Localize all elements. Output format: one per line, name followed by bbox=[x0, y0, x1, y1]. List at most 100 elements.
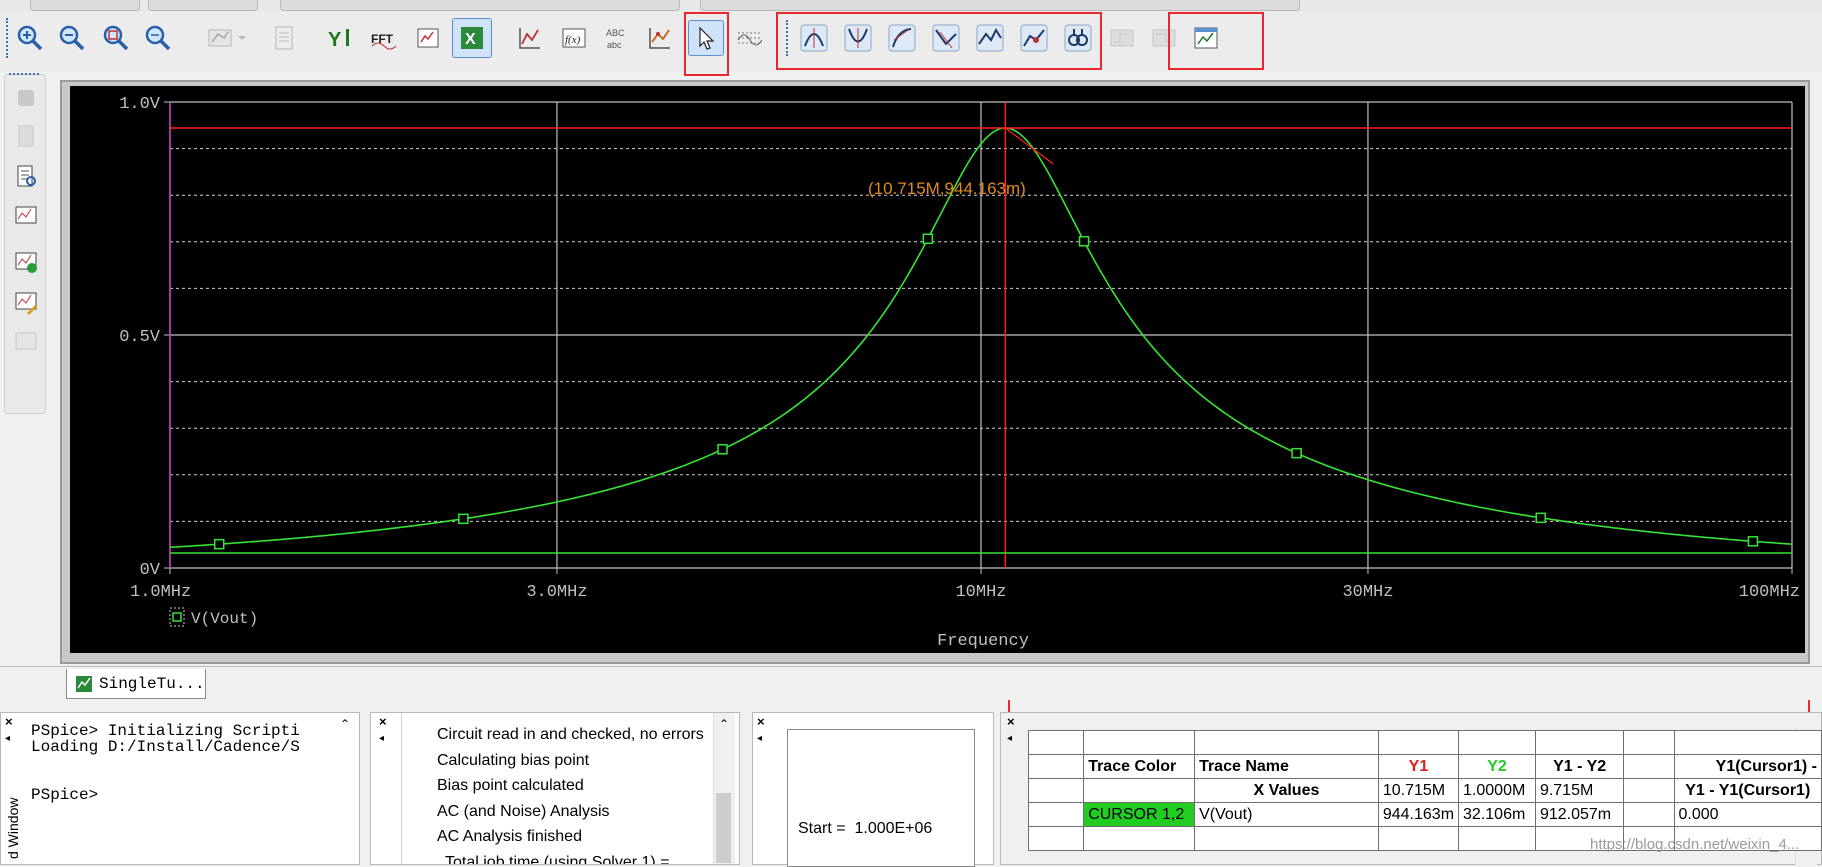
cursor-trough-button[interactable] bbox=[840, 20, 876, 56]
zoom-area-button[interactable] bbox=[98, 20, 134, 56]
plot-window-icon bbox=[15, 206, 37, 224]
zoom-in-button[interactable] bbox=[12, 20, 48, 56]
left-btn-6[interactable] bbox=[11, 287, 41, 317]
messages-scrollbar[interactable]: ⌃ bbox=[713, 713, 735, 864]
cursor-peak-button[interactable] bbox=[796, 20, 832, 56]
excel-button[interactable]: X bbox=[452, 18, 492, 58]
fft-button[interactable]: FFT bbox=[366, 20, 402, 56]
console-output: PSpice> Initializing Scripti Loading D:/… bbox=[31, 723, 300, 803]
trace-marker bbox=[922, 233, 934, 245]
legend[interactable]: V(Vout) bbox=[169, 607, 258, 628]
prev-transition-button[interactable] bbox=[1146, 20, 1182, 56]
left-btn-4[interactable] bbox=[11, 201, 41, 231]
left-toolbar-grip[interactable] bbox=[9, 73, 39, 77]
scroll-icon bbox=[18, 125, 34, 147]
add-trace-button[interactable] bbox=[512, 20, 548, 56]
text-label-button[interactable]: ABC abc bbox=[600, 20, 636, 56]
plot-doc-icon bbox=[76, 675, 92, 692]
cursor-point-icon bbox=[1020, 24, 1048, 52]
zoom-fit-button[interactable] bbox=[140, 20, 176, 56]
watermark: https://blog.csdn.net/weixin_4... bbox=[1590, 836, 1800, 853]
close-icon[interactable]: × bbox=[1007, 715, 1021, 729]
mark-data-points-button[interactable] bbox=[1188, 20, 1224, 56]
simulation-status-window[interactable]: × ◂ Start = 1.000E+06 bbox=[752, 712, 994, 867]
message-line: Circuit read in and checked, no errors bbox=[437, 726, 704, 743]
cursor-select-button[interactable] bbox=[688, 20, 724, 56]
x-tick-label: 3.0MHz bbox=[526, 583, 587, 602]
scroll-up-icon[interactable]: ⌃ bbox=[338, 717, 352, 731]
cursor-table: Trace Color Trace Name Y1 Y2 Y1 - Y2 Y1(… bbox=[1027, 730, 1822, 851]
cursor-max-button[interactable] bbox=[972, 20, 1008, 56]
panel-arrow-icon[interactable]: ◂ bbox=[757, 733, 769, 747]
left-btn-2[interactable] bbox=[11, 121, 41, 151]
header-trace-name[interactable]: Trace Name bbox=[1194, 754, 1379, 779]
x-tick-label: 100MHz bbox=[1739, 583, 1800, 602]
cursor-slope-icon bbox=[888, 24, 916, 52]
header-y2[interactable]: Y2 bbox=[1458, 754, 1536, 779]
x-tick-label: 30MHz bbox=[1342, 583, 1393, 602]
cursor-peak-icon bbox=[800, 24, 828, 52]
scroll-thumb[interactable] bbox=[716, 793, 731, 863]
toolbar-grip-2[interactable] bbox=[786, 20, 790, 56]
doc-icon bbox=[275, 26, 293, 50]
svg-text:f(x): f(x) bbox=[565, 34, 581, 46]
cell-y2: 32.106m bbox=[1458, 802, 1536, 827]
left-btn-1[interactable] bbox=[11, 83, 41, 113]
cursor-search-button[interactable] bbox=[1060, 20, 1096, 56]
cell-trace-color[interactable]: CURSOR 1,2 bbox=[1083, 802, 1196, 827]
top-strip bbox=[0, 0, 1822, 12]
header-y1-cursor1[interactable]: Y1(Cursor1) - bbox=[1673, 754, 1822, 779]
console-scrollbar[interactable]: ⌃ bbox=[335, 713, 357, 864]
cell-x-diff: 9.715M bbox=[1534, 778, 1625, 803]
left-btn-3[interactable] bbox=[11, 161, 41, 191]
left-btn-7[interactable] bbox=[11, 327, 41, 357]
panel-arrow-icon[interactable]: ◂ bbox=[379, 733, 391, 747]
message-line: Calculating bias point bbox=[437, 751, 590, 769]
zoom-in-icon bbox=[17, 25, 43, 51]
svg-text:abc: abc bbox=[607, 40, 622, 50]
svg-text:ABC: ABC bbox=[606, 28, 625, 38]
header-trace-color[interactable]: Trace Color bbox=[1083, 754, 1196, 779]
command-window-label: d Window bbox=[5, 797, 21, 859]
legend-box bbox=[169, 607, 185, 627]
table-header-row: Trace Color Trace Name Y1 Y2 Y1 - Y2 Y1(… bbox=[1027, 754, 1822, 779]
cell-y1: 944.163m bbox=[1377, 802, 1460, 827]
cursor-point-button[interactable] bbox=[1016, 20, 1052, 56]
command-window[interactable]: × ◂ PSpice> Initializing Scripti Loading… bbox=[0, 712, 360, 865]
fft-icon: FFT bbox=[371, 32, 397, 50]
panel-arrow-icon[interactable]: ◂ bbox=[1007, 733, 1019, 747]
svg-text:X: X bbox=[465, 31, 476, 48]
mark-label-button[interactable] bbox=[642, 20, 678, 56]
x-axis-label: Frequency bbox=[937, 632, 1029, 651]
y-tick-labels: 1.0V 0.5V 0V bbox=[119, 95, 161, 580]
cell-trace-name[interactable]: V(Vout) bbox=[1194, 802, 1379, 827]
chip-icon bbox=[18, 90, 34, 106]
left-toolbar bbox=[4, 73, 46, 414]
close-icon[interactable]: × bbox=[757, 715, 771, 729]
toolbar-grip[interactable] bbox=[6, 18, 10, 58]
left-btn-5[interactable] bbox=[11, 247, 41, 277]
doc-button[interactable] bbox=[266, 20, 302, 56]
messages-window[interactable]: × ◂ Circuit read in and checked, no erro… bbox=[370, 712, 740, 865]
scroll-up-icon[interactable]: ⌃ bbox=[717, 717, 731, 731]
cursor-slope-button[interactable] bbox=[884, 20, 920, 56]
tab-single-tuned[interactable]: SingleTu... bbox=[66, 669, 206, 699]
close-icon[interactable]: × bbox=[379, 715, 393, 729]
log-axis-dropdown[interactable] bbox=[200, 20, 256, 56]
trace-marker bbox=[1078, 236, 1090, 247]
grid-button[interactable] bbox=[732, 20, 768, 56]
plot-area[interactable]: 1.0V 0.5V 0V 1.0MHz 3.0MHz 10MHz 30MHz 100MHz … bbox=[70, 86, 1805, 653]
header-y1-y2[interactable]: Y1 - Y2 bbox=[1534, 754, 1625, 779]
header-y1[interactable]: Y1 bbox=[1377, 754, 1460, 779]
table-row[interactable]: CURSOR 1,2 V(Vout) 944.163m 32.106m 912.… bbox=[1027, 802, 1822, 827]
performance-button[interactable] bbox=[410, 20, 446, 56]
disabled-plot-icon bbox=[15, 332, 37, 350]
zoom-out-icon bbox=[59, 25, 85, 51]
eval-goal-button[interactable]: f(x) bbox=[556, 20, 592, 56]
add-y-axis-button[interactable]: Y bbox=[322, 20, 358, 56]
zoom-out-button[interactable] bbox=[54, 20, 90, 56]
legend-label: V(Vout) bbox=[191, 610, 258, 628]
cursor-min-button[interactable] bbox=[928, 20, 964, 56]
next-transition-button[interactable] bbox=[1104, 20, 1140, 56]
performance-icon bbox=[417, 28, 439, 48]
